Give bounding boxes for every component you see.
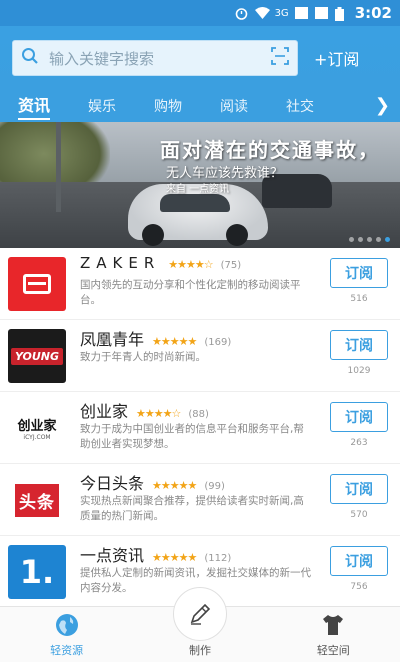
- tab-shopping[interactable]: 购物: [154, 96, 182, 116]
- banner[interactable]: 面对潜在的交通事故， 无人车应该先救谁？ 来自 一点资讯: [0, 122, 400, 248]
- nav-label: 轻资源: [50, 644, 84, 657]
- subscribe-button[interactable]: 订阅: [330, 402, 388, 432]
- pagination-dot-active: [385, 237, 390, 242]
- toutiao-logo: 头条: [8, 473, 66, 527]
- car-window: [160, 194, 230, 212]
- tab-news[interactable]: 资讯: [18, 92, 51, 120]
- banner-headline: 面对潜在的交通事故，: [160, 138, 380, 162]
- search-placeholder: 输入关键字搜索: [49, 49, 155, 68]
- signal-icon-2: [314, 7, 329, 19]
- pen-icon: [172, 587, 227, 641]
- battery-icon: [334, 7, 349, 21]
- list-item[interactable]: 创业家 iCYJ.COM 创业家 ★★★★☆ (88) 致力于成为中国创业者的信息…: [0, 392, 400, 464]
- app-name: 创业家: [80, 402, 129, 421]
- tab-reading[interactable]: 阅读: [220, 96, 248, 116]
- subscribe-button[interactable]: 订阅: [330, 330, 388, 360]
- car-wheel: [226, 224, 248, 246]
- rating-stars: ★★★★★: [152, 479, 197, 492]
- scan-icon[interactable]: [271, 47, 289, 69]
- signal-icon: [294, 7, 309, 19]
- wifi-icon: [254, 7, 270, 19]
- rating-count: (112): [204, 553, 232, 564]
- tshirt-icon: [319, 611, 347, 639]
- app-list: ZAKER ★★★★☆ (75) 国内领先的互动分享和个性化定制的移动阅读平台。…: [0, 248, 400, 608]
- nav-item-space[interactable]: 轻空间: [267, 607, 400, 662]
- tab-entertainment[interactable]: 娱乐: [88, 96, 116, 116]
- rating-count: (169): [204, 337, 232, 348]
- subscribe-button[interactable]: +订阅: [314, 46, 359, 70]
- network-type: 3G: [274, 7, 289, 19]
- app-description: 国内领先的互动分享和个性化定制的移动阅读平台。: [80, 279, 301, 306]
- list-item[interactable]: ZAKER ★★★★☆ (75) 国内领先的互动分享和个性化定制的移动阅读平台。…: [0, 248, 400, 320]
- pagination-dot: [376, 237, 381, 242]
- alarm-icon: [235, 7, 249, 20]
- app-name: 凤凰青年: [80, 330, 145, 349]
- cyj-logo: 创业家 iCYJ.COM: [8, 401, 66, 455]
- pagination-dot: [358, 237, 363, 242]
- pagination-dot: [367, 237, 372, 242]
- list-item[interactable]: YOUNG 凤凰青年 ★★★★★ (169) 致力于年青人的时尚新闻。 订阅 1…: [0, 320, 400, 392]
- chevron-right-icon[interactable]: ❯: [375, 95, 390, 116]
- subscribe-button[interactable]: 订阅: [330, 546, 388, 576]
- subscriber-count: 516: [350, 294, 368, 304]
- nav-item-make[interactable]: 制作: [133, 587, 266, 662]
- rating-stars: ★★★★★: [152, 335, 197, 348]
- banner-subline: 无人车应该先救谁？: [166, 166, 284, 181]
- subscribe-button[interactable]: 订阅: [330, 258, 388, 288]
- tab-social[interactable]: 社交: [286, 96, 314, 116]
- app-description: 致力于成为中国创业者的信息平台和服务平台,帮助创业者实现梦想。: [80, 423, 304, 450]
- category-tabs: 资讯 娱乐 购物 阅读 社交 ❯: [0, 90, 400, 122]
- subscriber-count: 1029: [347, 366, 371, 376]
- banner-pole: [56, 122, 61, 212]
- status-bar: 3G 3:02: [0, 0, 400, 26]
- phoenix-youth-logo: YOUNG: [8, 329, 66, 383]
- status-time: 3:02: [354, 4, 392, 22]
- zaker-logo: [8, 257, 66, 311]
- rating-stars: ★★★★☆: [168, 258, 213, 271]
- yidian-logo: 1.: [8, 545, 66, 599]
- app-description: 实现热点新闻聚合推荐，提供给读者实时新闻,高质量的热门新闻。: [80, 495, 304, 522]
- nav-label: 轻空间: [316, 644, 350, 657]
- banner-source: 来自 一点资讯: [166, 184, 230, 195]
- app-name: ZAKER: [80, 254, 161, 272]
- rating-count: (88): [188, 409, 209, 420]
- rating-stars: ★★★★☆: [136, 407, 181, 420]
- globe-icon: [53, 611, 81, 639]
- rating-count: (75): [220, 260, 242, 271]
- pagination-dot: [349, 237, 354, 242]
- nav-label: 制作: [188, 644, 211, 657]
- car-wheel: [142, 224, 164, 246]
- subscribe-button[interactable]: 订阅: [330, 474, 388, 504]
- list-item[interactable]: 头条 今日头条 ★★★★★ (99) 实现热点新闻聚合推荐，提供给读者实时新闻,…: [0, 464, 400, 536]
- app-description: 致力于年青人的时尚新闻。: [80, 351, 206, 363]
- app-name: 今日头条: [80, 474, 145, 493]
- search-input[interactable]: 输入关键字搜索: [12, 40, 298, 76]
- header: 输入关键字搜索 +订阅: [0, 26, 400, 90]
- rating-stars: ★★★★★: [152, 551, 197, 564]
- banner-pagination: [349, 237, 390, 242]
- bottom-nav: 轻资源 制作 轻空间: [0, 587, 400, 662]
- rating-count: (99): [204, 481, 225, 492]
- subscriber-count: 263: [350, 438, 368, 448]
- app-name: 一点资讯: [80, 546, 145, 565]
- nav-item-resources[interactable]: 轻资源: [0, 607, 133, 662]
- subscriber-count: 756: [350, 582, 368, 592]
- subscriber-count: 570: [350, 510, 368, 520]
- search-icon: [21, 47, 39, 69]
